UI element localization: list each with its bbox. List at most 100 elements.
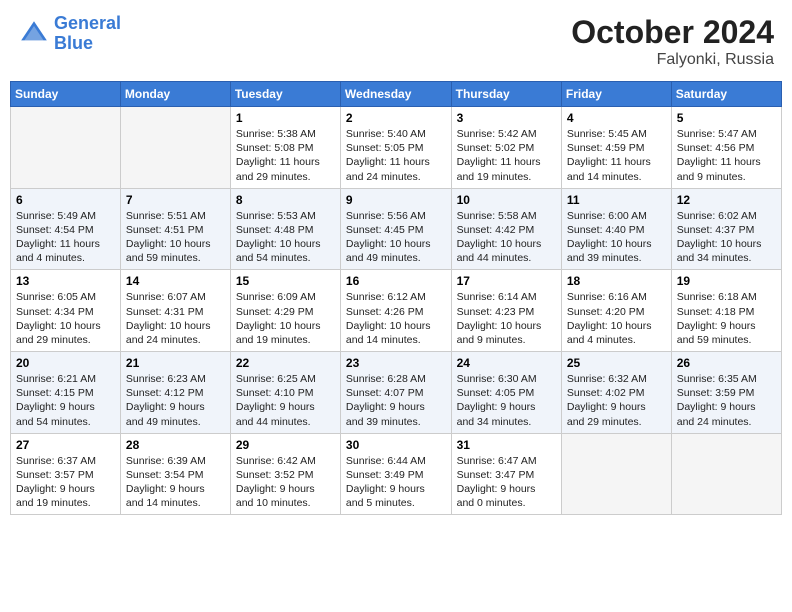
calendar-cell: 10 Sunrise: 5:58 AMSunset: 4:42 PMDayligh…	[451, 188, 561, 270]
cell-details: Sunrise: 6:00 AMSunset: 4:40 PMDaylight:…	[567, 209, 666, 266]
day-number: 29	[236, 438, 335, 452]
calendar-week-row: 1 Sunrise: 5:38 AMSunset: 5:08 PMDaylight…	[11, 107, 782, 189]
day-number: 20	[16, 356, 115, 370]
calendar-cell: 16 Sunrise: 6:12 AMSunset: 4:26 PMDayligh…	[340, 270, 451, 352]
calendar-cell: 11 Sunrise: 6:00 AMSunset: 4:40 PMDayligh…	[561, 188, 671, 270]
day-number: 26	[677, 356, 776, 370]
calendar-cell	[561, 433, 671, 515]
day-number: 4	[567, 111, 666, 125]
day-number: 17	[457, 274, 556, 288]
weekday-header: Sunday	[11, 82, 121, 107]
cell-details: Sunrise: 5:38 AMSunset: 5:08 PMDaylight:…	[236, 127, 335, 184]
calendar-cell	[120, 107, 230, 189]
day-number: 6	[16, 193, 115, 207]
cell-details: Sunrise: 5:42 AMSunset: 5:02 PMDaylight:…	[457, 127, 556, 184]
cell-details: Sunrise: 5:53 AMSunset: 4:48 PMDaylight:…	[236, 209, 335, 266]
calendar-cell: 20 Sunrise: 6:21 AMSunset: 4:15 PMDayligh…	[11, 352, 121, 434]
cell-details: Sunrise: 6:05 AMSunset: 4:34 PMDaylight:…	[16, 290, 115, 347]
calendar-cell: 30 Sunrise: 6:44 AMSunset: 3:49 PMDayligh…	[340, 433, 451, 515]
day-number: 2	[346, 111, 446, 125]
page-header: General Blue October 2024 Falyonki, Russ…	[10, 10, 782, 73]
day-number: 11	[567, 193, 666, 207]
weekday-header: Monday	[120, 82, 230, 107]
day-number: 18	[567, 274, 666, 288]
cell-details: Sunrise: 6:02 AMSunset: 4:37 PMDaylight:…	[677, 209, 776, 266]
cell-details: Sunrise: 5:40 AMSunset: 5:05 PMDaylight:…	[346, 127, 446, 184]
day-number: 9	[346, 193, 446, 207]
cell-details: Sunrise: 5:45 AMSunset: 4:59 PMDaylight:…	[567, 127, 666, 184]
calendar-week-row: 27Sunrise: 6:37 AMSunset: 3:57 PMDayligh…	[11, 433, 782, 515]
calendar-cell: 26Sunrise: 6:35 AMSunset: 3:59 PMDayligh…	[671, 352, 781, 434]
weekday-header: Tuesday	[230, 82, 340, 107]
logo-icon	[18, 18, 50, 50]
day-number: 21	[126, 356, 225, 370]
day-number: 3	[457, 111, 556, 125]
day-number: 13	[16, 274, 115, 288]
calendar-cell: 23Sunrise: 6:28 AMSunset: 4:07 PMDayligh…	[340, 352, 451, 434]
cell-details: Sunrise: 5:51 AMSunset: 4:51 PMDaylight:…	[126, 209, 225, 266]
cell-details: Sunrise: 6:14 AMSunset: 4:23 PMDaylight:…	[457, 290, 556, 347]
day-number: 5	[677, 111, 776, 125]
calendar-cell: 1 Sunrise: 5:38 AMSunset: 5:08 PMDaylight…	[230, 107, 340, 189]
calendar-cell: 19Sunrise: 6:18 AMSunset: 4:18 PMDayligh…	[671, 270, 781, 352]
day-number: 1	[236, 111, 335, 125]
day-number: 8	[236, 193, 335, 207]
weekday-header: Friday	[561, 82, 671, 107]
calendar-cell: 6Sunrise: 5:49 AMSunset: 4:54 PMDaylight…	[11, 188, 121, 270]
day-number: 10	[457, 193, 556, 207]
calendar-cell: 17 Sunrise: 6:14 AMSunset: 4:23 PMDayligh…	[451, 270, 561, 352]
cell-details: Sunrise: 6:42 AMSunset: 3:52 PMDaylight:…	[236, 454, 335, 511]
calendar-cell: 7Sunrise: 5:51 AMSunset: 4:51 PMDaylight…	[120, 188, 230, 270]
day-number: 12	[677, 193, 776, 207]
day-number: 25	[567, 356, 666, 370]
cell-details: Sunrise: 6:23 AMSunset: 4:12 PMDaylight:…	[126, 372, 225, 429]
cell-details: Sunrise: 6:18 AMSunset: 4:18 PMDaylight:…	[677, 290, 776, 347]
cell-details: Sunrise: 5:47 AMSunset: 4:56 PMDaylight:…	[677, 127, 776, 184]
cell-details: Sunrise: 6:30 AMSunset: 4:05 PMDaylight:…	[457, 372, 556, 429]
month-title: October 2024	[571, 14, 774, 51]
day-number: 31	[457, 438, 556, 452]
calendar-cell: 13 Sunrise: 6:05 AMSunset: 4:34 PMDayligh…	[11, 270, 121, 352]
calendar-cell	[11, 107, 121, 189]
day-number: 22	[236, 356, 335, 370]
cell-details: Sunrise: 6:07 AMSunset: 4:31 PMDaylight:…	[126, 290, 225, 347]
cell-details: Sunrise: 6:12 AMSunset: 4:26 PMDaylight:…	[346, 290, 446, 347]
cell-details: Sunrise: 6:25 AMSunset: 4:10 PMDaylight:…	[236, 372, 335, 429]
calendar-cell: 4 Sunrise: 5:45 AMSunset: 4:59 PMDaylight…	[561, 107, 671, 189]
location-title: Falyonki, Russia	[571, 51, 774, 69]
day-number: 24	[457, 356, 556, 370]
calendar-cell: 5 Sunrise: 5:47 AMSunset: 4:56 PMDaylight…	[671, 107, 781, 189]
day-number: 15	[236, 274, 335, 288]
calendar-cell: 21 Sunrise: 6:23 AMSunset: 4:12 PMDayligh…	[120, 352, 230, 434]
day-number: 16	[346, 274, 446, 288]
calendar-cell: 3 Sunrise: 5:42 AMSunset: 5:02 PMDaylight…	[451, 107, 561, 189]
day-number: 23	[346, 356, 446, 370]
cell-details: Sunrise: 6:44 AMSunset: 3:49 PMDaylight:…	[346, 454, 446, 511]
cell-details: Sunrise: 6:09 AMSunset: 4:29 PMDaylight:…	[236, 290, 335, 347]
day-number: 27	[16, 438, 115, 452]
day-number: 14	[126, 274, 225, 288]
cell-details: Sunrise: 5:58 AMSunset: 4:42 PMDaylight:…	[457, 209, 556, 266]
cell-details: Sunrise: 6:21 AMSunset: 4:15 PMDaylight:…	[16, 372, 115, 429]
calendar-cell: 28 Sunrise: 6:39 AMSunset: 3:54 PMDayligh…	[120, 433, 230, 515]
weekday-header-row: SundayMondayTuesdayWednesdayThursdayFrid…	[11, 82, 782, 107]
cell-details: Sunrise: 6:16 AMSunset: 4:20 PMDaylight:…	[567, 290, 666, 347]
calendar-table: SundayMondayTuesdayWednesdayThursdayFrid…	[10, 81, 782, 515]
weekday-header: Saturday	[671, 82, 781, 107]
title-area: October 2024 Falyonki, Russia	[571, 14, 774, 69]
weekday-header: Wednesday	[340, 82, 451, 107]
weekday-header: Thursday	[451, 82, 561, 107]
day-number: 28	[126, 438, 225, 452]
calendar-week-row: 20 Sunrise: 6:21 AMSunset: 4:15 PMDayligh…	[11, 352, 782, 434]
calendar-cell: 14 Sunrise: 6:07 AMSunset: 4:31 PMDayligh…	[120, 270, 230, 352]
calendar-cell: 15 Sunrise: 6:09 AMSunset: 4:29 PMDayligh…	[230, 270, 340, 352]
calendar-cell: 27Sunrise: 6:37 AMSunset: 3:57 PMDayligh…	[11, 433, 121, 515]
cell-details: Sunrise: 6:39 AMSunset: 3:54 PMDaylight:…	[126, 454, 225, 511]
cell-details: Sunrise: 5:56 AMSunset: 4:45 PMDaylight:…	[346, 209, 446, 266]
calendar-cell: 31Sunrise: 6:47 AMSunset: 3:47 PMDayligh…	[451, 433, 561, 515]
calendar-week-row: 6Sunrise: 5:49 AMSunset: 4:54 PMDaylight…	[11, 188, 782, 270]
calendar-week-row: 13 Sunrise: 6:05 AMSunset: 4:34 PMDayligh…	[11, 270, 782, 352]
calendar-cell: 29 Sunrise: 6:42 AMSunset: 3:52 PMDayligh…	[230, 433, 340, 515]
calendar-cell: 12 Sunrise: 6:02 AMSunset: 4:37 PMDayligh…	[671, 188, 781, 270]
day-number: 30	[346, 438, 446, 452]
